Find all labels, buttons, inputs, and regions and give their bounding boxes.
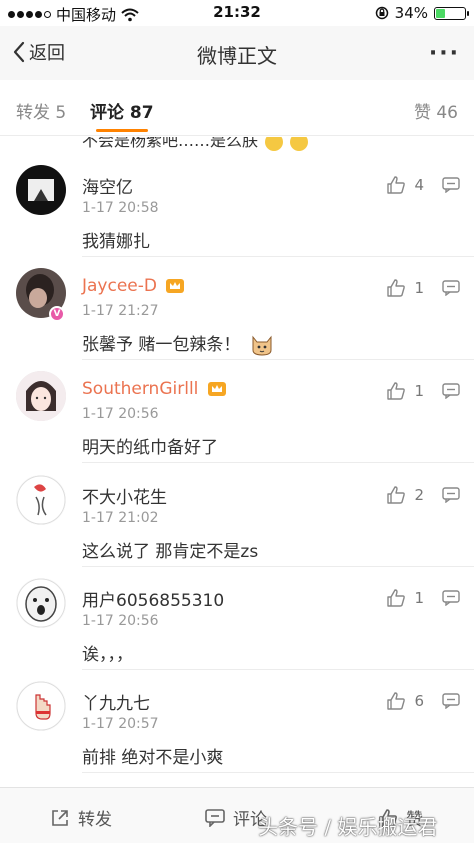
comment-bubble-icon [442, 177, 460, 194]
like-button[interactable]: 1 [386, 588, 424, 608]
comment-item: SouthernGirlll 1-17 20:56 明天的纸巾备好了 1 [0, 343, 474, 463]
reply-button[interactable] [442, 280, 460, 300]
thumbs-up-icon [387, 176, 406, 194]
like-button[interactable]: 6 [386, 691, 424, 711]
like-button[interactable]: 4 [386, 175, 424, 195]
orientation-lock-icon [375, 6, 388, 20]
avatar[interactable] [16, 681, 66, 731]
comment-list[interactable]: 不会是杨紫吧……是么朕 海空亿 1-17 20:58 我猜娜扎 4 V Jayc… [0, 137, 474, 787]
tab-bar: 转发 5 评论 87 赞 46 [0, 80, 474, 136]
avatar[interactable] [16, 371, 66, 421]
comment-time: 1-17 21:27 [82, 303, 159, 319]
comment-username[interactable]: 不大小花生 [82, 483, 167, 508]
like-count: 1 [414, 382, 424, 400]
thumbs-up-icon [387, 692, 406, 710]
comment-username[interactable]: SouthernGirlll [82, 379, 227, 399]
comment-username[interactable]: 丫九九七 [82, 689, 150, 714]
weibo-detail-screen: 中国移动 21:32 34% 返回 微博正文 ··· 转发 5 评论 87 赞 … [0, 0, 474, 843]
comment-time: 1-17 21:02 [82, 510, 159, 526]
comment-item: 丫九九七 1-17 20:57 前排 绝对不是小爽 6 [0, 653, 474, 773]
tab-likes[interactable]: 赞 46 [414, 98, 458, 123]
reply-button[interactable] [442, 383, 460, 403]
comment-item: 海空亿 1-17 20:58 我猜娜扎 4 [0, 137, 474, 257]
vip-crown-icon [207, 382, 226, 396]
comment-time: 1-17 20:58 [82, 200, 159, 216]
divider [82, 772, 474, 773]
vip-crown-icon [166, 279, 185, 293]
verified-badge-icon: V [49, 306, 65, 322]
thumbs-up-icon [387, 382, 406, 400]
avatar[interactable] [16, 578, 66, 628]
tab-active-indicator [96, 129, 148, 132]
comment-bubble-icon [442, 383, 460, 400]
like-count: 1 [414, 279, 424, 297]
repost-button[interactable]: 转发 [50, 805, 112, 830]
avatar[interactable] [16, 475, 66, 525]
comment-bubble-icon [442, 590, 460, 607]
like-count: 6 [414, 692, 424, 710]
reply-button[interactable] [442, 693, 460, 713]
comment-time: 1-17 20:56 [82, 613, 159, 629]
comment-bubble-icon [442, 280, 460, 297]
like-button[interactable]: 1 [386, 381, 424, 401]
tab-comments[interactable]: 评论 87 [90, 98, 154, 123]
thumbs-up-icon [387, 279, 406, 297]
comment-username[interactable]: 海空亿 [82, 173, 133, 198]
like-count: 4 [414, 176, 424, 194]
comment-bubble-icon [442, 693, 460, 710]
tab-divider [0, 135, 474, 136]
more-options-button[interactable]: ··· [429, 41, 460, 66]
comment-text: 前排 绝对不是小爽 [82, 748, 224, 768]
comment-username[interactable]: 用户6056855310 [82, 586, 224, 611]
status-bar: 中国移动 21:32 34% [0, 0, 474, 26]
comment-time: 1-17 20:56 [82, 406, 159, 422]
reply-button[interactable] [442, 590, 460, 610]
comment-item: V Jaycee-D 1-17 21:27 张馨予 赌一包辣条！ 1 [0, 240, 474, 360]
like-button[interactable]: 1 [386, 278, 424, 298]
avatar[interactable] [16, 165, 66, 215]
comment-time: 1-17 20:57 [82, 716, 159, 732]
thumbs-up-icon [387, 486, 406, 504]
comment-item: 用户6056855310 1-17 20:56 诶，，， 1 [0, 550, 474, 670]
nav-bar: 返回 微博正文 ··· [0, 26, 474, 81]
like-button[interactable]: 2 [386, 485, 424, 505]
battery-percent: 34% [394, 4, 428, 22]
tab-repost[interactable]: 转发 5 [16, 98, 66, 123]
battery-icon [434, 6, 469, 20]
thumbs-up-icon [387, 589, 406, 607]
comment-bubble-icon [442, 487, 460, 504]
battery-fill [436, 8, 445, 18]
reply-button[interactable] [442, 177, 460, 197]
comment-item: 不大小花生 1-17 21:02 这么说了 那肯定不是zs 2 [0, 447, 474, 567]
comment-username[interactable]: Jaycee-D [82, 276, 185, 296]
like-count: 2 [414, 486, 424, 504]
share-icon [52, 809, 68, 826]
page-title: 微博正文 [197, 44, 277, 68]
status-right: 34% [375, 4, 469, 22]
repost-label: 转发 [78, 810, 112, 830]
reply-button[interactable] [442, 487, 460, 507]
like-count: 1 [414, 589, 424, 607]
watermark-text: 头条号 / 娱乐搬运君 [258, 815, 438, 839]
comment-bubble-icon [205, 808, 225, 827]
